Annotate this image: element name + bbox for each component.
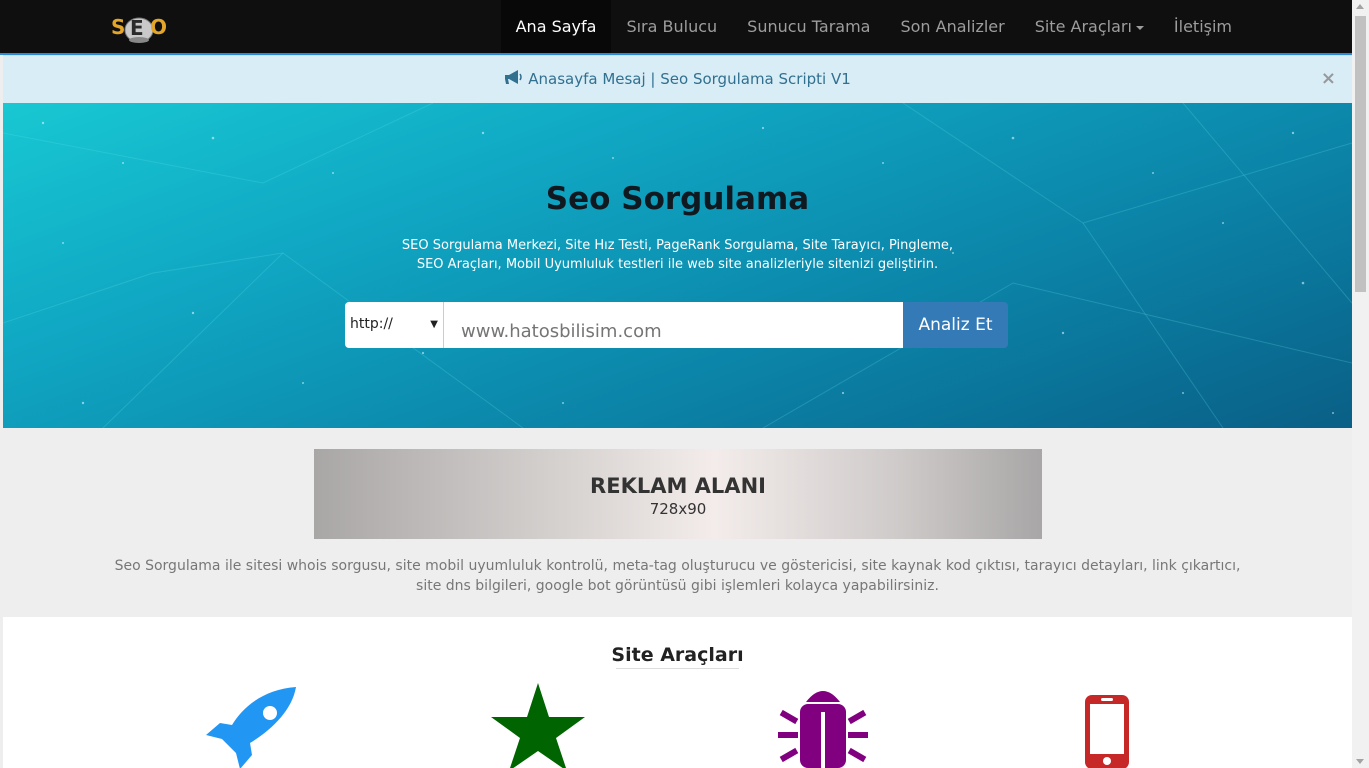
nav-ana-sayfa[interactable]: Ana Sayfa	[500, 0, 612, 53]
navbar: S E O Ana Sayfa Sıra Bulucu Sunucu Taram…	[0, 0, 1352, 55]
hero-subtitle-line-2: SEO Araçları, Mobil Uyumluluk testleri i…	[416, 257, 939, 272]
bullhorn-icon	[504, 57, 524, 103]
dropdown-arrow-icon: ▼	[430, 319, 438, 330]
scroll-thumb[interactable]	[1355, 16, 1366, 292]
ad-banner[interactable]: REKLAM ALANI 728x90	[314, 449, 1042, 539]
protocol-value: http://	[350, 316, 393, 332]
main-nav: Ana Sayfa Sıra Bulucu Sunucu Tarama Son …	[500, 0, 1352, 53]
nav-label: Site Araçları	[1034, 17, 1132, 36]
site-description: Seo Sorgulama ile sitesi whois sorgusu, …	[114, 558, 1241, 594]
ad-title: REKLAM ALANI	[590, 474, 766, 498]
alert-text: Anasayfa Mesaj | Seo Sorgulama Scripti V…	[528, 70, 851, 88]
page: S E O Ana Sayfa Sıra Bulucu Sunucu Taram…	[0, 0, 1352, 768]
analyze-button[interactable]: Analiz Et	[903, 302, 1008, 348]
site-tools-section: Site Araçları	[3, 617, 1352, 768]
svg-text:O: O	[150, 15, 167, 39]
nav-iletisim[interactable]: İletişim	[1159, 0, 1247, 53]
bug-icon[interactable]	[778, 684, 868, 768]
nav-label: Son Analizler	[900, 17, 1005, 36]
nav-label: İletişim	[1173, 17, 1232, 36]
nav-sunucu-tarama[interactable]: Sunucu Tarama	[732, 0, 885, 53]
rocket-icon[interactable]	[206, 687, 298, 768]
announcement-alert: Anasayfa Mesaj | Seo Sorgulama Scripti V…	[3, 55, 1352, 103]
nav-son-analizler[interactable]: Son Analizler	[885, 0, 1019, 53]
tools-heading: Site Araçları	[611, 644, 744, 666]
heading-underline	[616, 668, 739, 669]
protocol-select[interactable]: http:// ▼	[345, 302, 444, 348]
mobile-icon[interactable]	[1085, 695, 1129, 768]
nav-label: Ana Sayfa	[515, 17, 597, 36]
scroll-down-icon[interactable]	[1356, 759, 1364, 764]
star-icon[interactable]	[491, 683, 585, 768]
url-input[interactable]	[444, 302, 903, 348]
close-icon[interactable]: ×	[1321, 56, 1336, 102]
hero-section: Seo Sorgulama SEO Sorgulama Merkezi, Sit…	[3, 103, 1352, 428]
analyze-form: http:// ▼ Analiz Et	[345, 302, 1008, 348]
svg-text:S: S	[111, 15, 125, 39]
hero-title: Seo Sorgulama	[545, 181, 810, 217]
hero-subtitle-line-1: SEO Sorgulama Merkezi, Site Hız Testi, P…	[401, 238, 954, 253]
scroll-up-icon[interactable]	[1356, 4, 1364, 9]
nav-label: Sunucu Tarama	[747, 17, 871, 36]
caret-down-icon	[1135, 25, 1144, 30]
nav-site-araclari-dropdown[interactable]: Site Araçları	[1020, 0, 1159, 53]
ad-size: 728x90	[649, 500, 707, 518]
page-scrollbar[interactable]	[1352, 0, 1369, 768]
seo-logo[interactable]: S E O	[108, 8, 170, 46]
hero-subtitle: SEO Sorgulama Merkezi, Site Hız Testi, P…	[3, 236, 1352, 274]
nav-label: Sıra Bulucu	[626, 17, 718, 36]
svg-text:E: E	[130, 16, 144, 40]
nav-sira-bulucu[interactable]: Sıra Bulucu	[611, 0, 732, 53]
